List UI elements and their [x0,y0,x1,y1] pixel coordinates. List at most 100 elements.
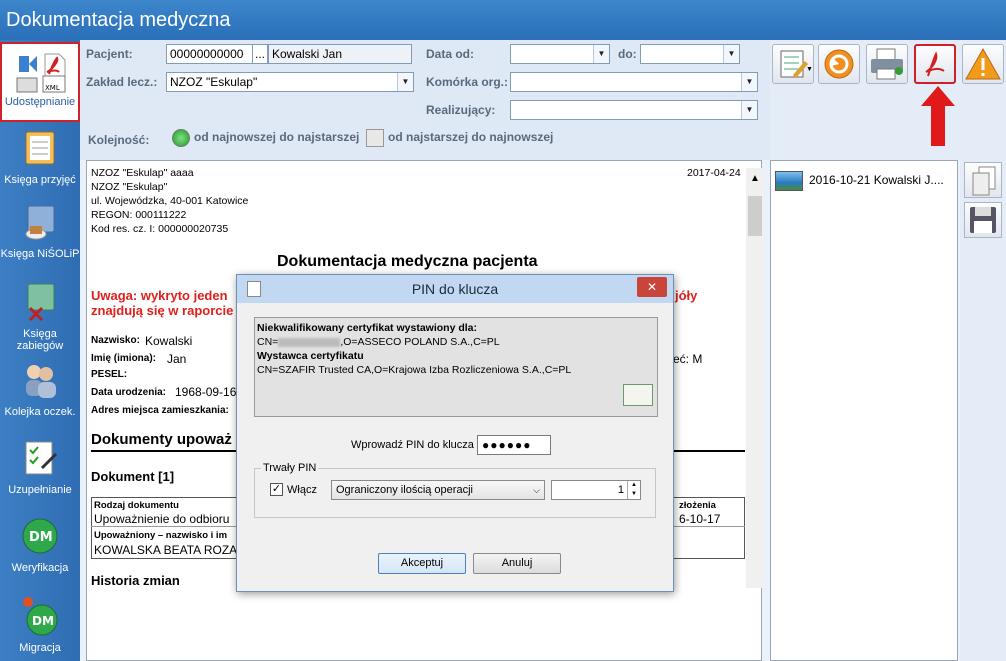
window-title: Dokumentacja medyczna [0,0,1006,40]
edit-notes-button[interactable]: ▼ [772,44,814,84]
patient-name-field: Kowalski Jan [268,44,412,64]
red-arrow-annotation-icon [921,86,955,146]
pin-dialog: PIN do klucza ✕ Niekwalifikowany certyfi… [236,274,674,592]
book-cup-icon [20,202,60,242]
svg-text:DM: DM [29,530,53,545]
sidebar-item-weryfikacja[interactable]: DM Weryfikacja [0,516,80,578]
cancel-button[interactable]: Anuluj [473,553,561,574]
scroll-up-icon[interactable]: ▲ [746,168,764,190]
doc-date: 2017-04-24 [687,167,741,179]
facility-label: Zakład lecz.: [86,75,158,89]
facility-select[interactable]: NZOZ "Eskulap" ▼ [166,72,414,92]
doc-title: Dokumentacja medyczna pacjenta [277,253,538,270]
order-label: Kolejność: [88,133,150,147]
section-documents: Dokumenty upoważ [91,431,232,448]
table-cell: Upoważnienie do odbioru [94,512,230,526]
facility-value: NZOZ "Eskulap" [170,75,258,89]
sex-value: eć: M [673,352,703,366]
certificate-info: Niekwalifikowany certyfikat wystawiony d… [254,317,658,417]
date-from-field[interactable]: ▼ [510,44,610,64]
table-cell: KOWALSKA BEATA ROZA [94,543,238,557]
date-to-field[interactable]: ▼ [640,44,740,64]
certificate-icon [623,384,653,406]
address-label: Adres miejsca zamieszkania: [91,405,229,416]
sidebar-item-ksiega-przyjec[interactable]: Księga przyjęć [0,128,80,190]
sidebar-item-label: Uzupełnianie [8,484,72,496]
attachments-list: 2016-10-21 Kowalski J.... [770,160,958,661]
toolbar: ▼ [770,40,1006,160]
surname-value: Kowalski [145,334,193,348]
sidebar-item-kolejka[interactable]: Kolejka oczek. [0,360,80,422]
checklist-icon [20,438,60,478]
persistent-pin-legend: Trwały PIN [261,462,319,474]
copy-button[interactable] [964,162,1002,198]
accept-button[interactable]: Akceptuj [378,553,466,574]
back-button[interactable] [818,44,860,84]
cert-for-value: CN= ,O=ASSECO POLAND S.A.,C=PL [257,336,500,348]
sidebar-item-uzupelnianie[interactable]: Uzupełnianie [0,438,80,500]
doc-header-line: ul. Wojewódzka, 40-001 Katowice [91,195,249,207]
issuer-value: CN=SZAFIR Trusted CA,O=Krajowa Izba Rozl… [257,364,572,376]
image-thumbnail-icon [775,171,803,191]
doc-warning: znajdują się w raporcie [91,303,234,318]
surname-label: Nazwisko: [91,335,140,346]
order-oldest-label[interactable]: od najstarszej do najnowszej [388,130,553,144]
sidebar-item-ksiega-zabiegow[interactable]: Księga zabiegów [0,282,80,352]
sidebar-item-udostepnianie[interactable]: XML Udostępnianie [0,42,80,122]
notebook-icon [20,128,60,168]
chevron-down-icon: ▼ [741,101,757,119]
filter-panel: Pacjent: 00000000000 ... Kowalski Jan Za… [80,40,770,160]
warning-button[interactable] [962,44,1004,84]
doc-warning: Uwaga: wykryto jeden [91,288,228,303]
date-to-label: do: [618,47,637,61]
chevron-down-icon: ▼ [397,73,413,91]
list-item[interactable]: 2016-10-21 Kowalski J.... [775,169,955,191]
enable-label: Włącz [287,484,317,496]
doc-warning-tail: jóły [675,288,698,303]
svg-text:DM: DM [32,614,54,628]
share-pdf-xml-icon: XML [13,50,67,93]
book-scissors-icon [20,282,60,322]
sidebar-item-label: Migracja [19,642,61,654]
names-label: Imię (imiona): [91,353,157,364]
date-from-label: Data od: [426,47,474,61]
patient-id-field[interactable]: 00000000000 [166,44,254,64]
realizing-select[interactable]: ▼ [510,100,758,120]
sidebar-item-label: Księga przyjęć [4,174,76,186]
chevron-down-icon: ▼ [593,45,609,63]
enable-checkbox[interactable]: ✓ [270,483,283,496]
sidebar-item-migracja[interactable]: DM Migracja [0,596,80,658]
document-1-heading: Dokument [1] [91,469,175,484]
dob-label: Data urodzenia: [91,387,167,398]
redacted-text [278,337,341,347]
mode-select[interactable]: Ograniczony ilością operacji ⌵ [331,480,545,500]
dm-migration-icon: DM [20,596,60,636]
unit-select[interactable]: ▼ [510,72,758,92]
side-tools [960,160,1006,661]
save-button[interactable] [964,202,1002,238]
pin-input[interactable]: ●●●●●● [477,435,551,455]
stepper-arrows-icon[interactable]: ▲ ▼ [627,481,640,499]
export-pdf-button[interactable] [914,44,956,84]
order-oldest-radio[interactable] [366,129,384,147]
scroll-thumb[interactable] [748,196,762,236]
order-newest-label[interactable]: od najnowszej do najstarszej [194,130,359,144]
sidebar-item-ksiega-nisolip[interactable]: Księga NiŚOLiP [0,202,80,264]
mode-value: Ograniczony ilością operacji [336,484,473,496]
sidebar-item-label: Kolejka oczek. [4,406,76,418]
document-scrollbar[interactable]: ▲ [746,168,764,588]
sidebar-item-label: Księga zabiegów [16,328,64,352]
doc-header-line: NZOZ "Eskulap" aaaa [91,167,194,179]
sidebar-item-label: Księga NiŚOLiP [0,248,80,260]
chevron-down-icon: ⌵ [533,485,540,495]
close-button[interactable]: ✕ [637,277,667,297]
realizing-label: Realizujący: [426,103,496,117]
dropdown-arrow-icon: ▼ [806,66,813,73]
table-header: Rodzaj dokumentu [94,500,179,511]
chevron-down-icon: ▼ [723,45,739,63]
history-heading: Historia zmian [91,573,180,588]
dm-verify-icon: DM [20,516,60,556]
print-button[interactable] [866,44,908,84]
order-newest-radio[interactable] [172,129,190,147]
patient-picker-button[interactable]: ... [252,44,268,64]
